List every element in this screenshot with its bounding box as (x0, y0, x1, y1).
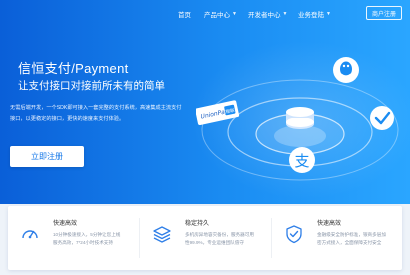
chevron-down-icon: ▼ (326, 11, 331, 17)
feature-description: 金融级安全防护标准，银商多层加 (317, 232, 386, 237)
nav-item-business-login[interactable]: 业务登陆 ▼ (298, 9, 331, 19)
feature-description: 密方式接入，全面保障支付安全 (317, 240, 382, 245)
chevron-down-icon: ▼ (282, 11, 288, 17)
layers-icon (153, 226, 171, 243)
nav-item-label: 开发者中心 (248, 12, 281, 19)
alipay-glyph: 支 (294, 152, 309, 170)
register-now-button[interactable]: 立即注册 (10, 146, 84, 167)
hero-subtitle: 让支付接口对接前所未有的简单 (18, 80, 165, 92)
nav-item-products[interactable]: 产品中心 ▼ (204, 9, 237, 19)
feature-card-secure: 快速高效 金融级安全防护标准，银商多层加 密方式接入，全面保障支付安全 (272, 206, 403, 270)
feature-title: 快速高效 (53, 221, 78, 227)
nav-item-label: 首页 (178, 12, 191, 19)
alipay-icon: 支 (289, 147, 315, 173)
feature-description: 性99.9%，专业运维团队值守 (185, 240, 244, 245)
shield-check-icon (286, 225, 302, 244)
qq-icon (333, 57, 359, 83)
hero-banner: 首页 产品中心 ▼ 开发者中心 ▼ 业务登陆 ▼ 商户注册 信恒支付/Payme… (0, 0, 410, 204)
feature-title: 快速高效 (317, 221, 342, 227)
feature-card-stable: 稳定持久 多机房异地容灾备份，服务器可用 性99.9%，专业运维团队值守 (140, 206, 271, 270)
nav-item-developers[interactable]: 开发者中心 ▼ (248, 9, 287, 19)
unionpay-icon: UnionPay 银联 (196, 100, 240, 126)
wechat-check-icon (370, 106, 394, 130)
nav-item-label: 业务登陆 (298, 12, 324, 19)
payment-illustration: 支 UnionPay 银联 (196, 57, 399, 181)
feature-title: 稳定持久 (185, 221, 210, 227)
chevron-down-icon: ▼ (232, 11, 237, 17)
hero-description-line1: 无需后端开发，一个SDK即可接入一套完整的支付系统，高速集成主流支付 (10, 105, 182, 111)
feature-description: 10分钟极速接入，5分钟让您上线 (53, 232, 121, 237)
feature-description: 多机房异地容灾备份，服务器可用 (185, 232, 254, 237)
nav-item-home[interactable]: 首页 (178, 9, 191, 19)
hero-description-line2: 接口，以更稳定的接口，更快的速度来支付体验。 (10, 116, 125, 122)
speedometer-icon (22, 230, 38, 239)
nav-item-label: 产品中心 (204, 12, 230, 19)
feature-card-fast: 快速高效 10分钟极速接入，5分钟让您上线 服务高效，7*24小时技术支持 (8, 206, 139, 270)
database-icon (286, 107, 314, 129)
feature-cards: 快速高效 10分钟极速接入，5分钟让您上线 服务高效，7*24小时技术支持 稳定… (8, 206, 402, 270)
hero-title: 信恒支付/Payment (18, 61, 129, 76)
feature-description: 服务高效，7*24小时技术支持 (53, 240, 113, 245)
top-nav: 首页 产品中心 ▼ 开发者中心 ▼ 业务登陆 ▼ 商户注册 (0, 0, 410, 28)
merchant-register-button[interactable]: 商户注册 (366, 6, 402, 20)
